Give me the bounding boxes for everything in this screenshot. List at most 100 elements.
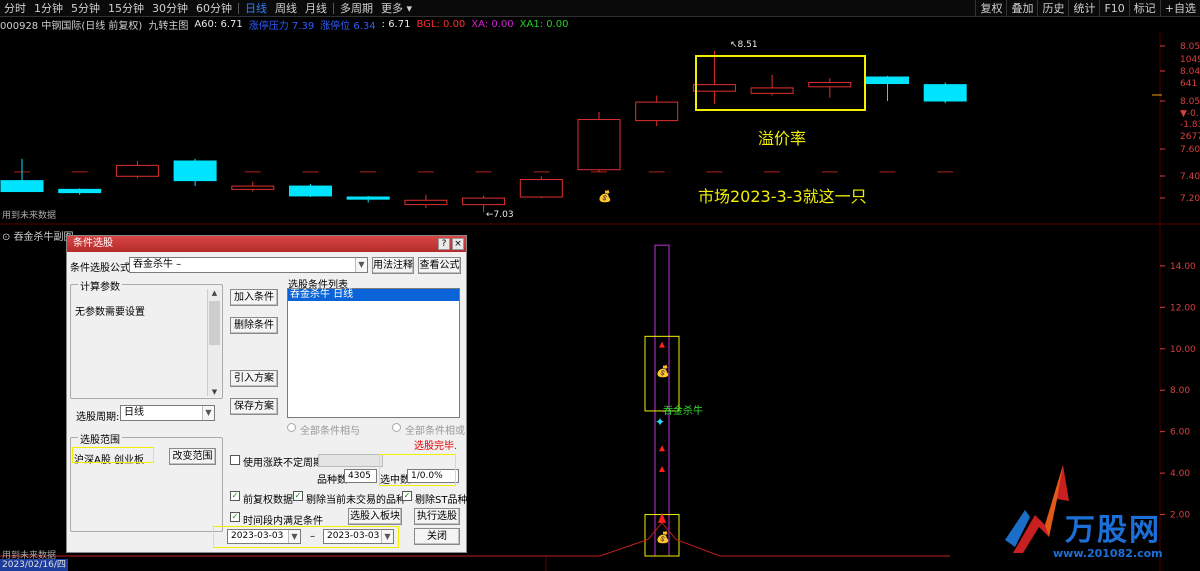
- val3-value: : 6.71: [381, 18, 411, 30]
- period-tab[interactable]: 30分钟: [148, 0, 192, 17]
- candle-body: [404, 199, 448, 206]
- count-value: 4305: [344, 469, 377, 483]
- toolbar-action[interactable]: F10: [1099, 0, 1128, 17]
- toolbar-action[interactable]: 标记: [1128, 0, 1160, 17]
- candle-body: [173, 160, 217, 182]
- sub-y-tick-label: 12.00: [1170, 303, 1196, 313]
- variable-period-checkbox[interactable]: [230, 455, 240, 465]
- candle-body: [115, 164, 159, 177]
- period-tab[interactable]: 15分钟: [104, 0, 148, 17]
- ma1-value: 涨停压力 7.39: [248, 20, 315, 32]
- toolbar-right-actions: 复权 叠加 历史 统计 F10 标记 +自选: [975, 0, 1200, 17]
- period-tab[interactable]: 60分钟: [192, 0, 236, 17]
- period-tab[interactable]: 5分钟: [67, 0, 104, 17]
- help-icon[interactable]: ?: [438, 238, 450, 250]
- prior-adjust-checkbox[interactable]: ✓: [230, 491, 240, 501]
- butterfly-icon: ✦: [655, 415, 666, 429]
- view-formula-button[interactable]: 查看公式: [418, 257, 461, 274]
- condition-list-item[interactable]: 吞金杀牛 日线: [288, 289, 459, 301]
- indicator-info-line: 000928 中钢国际(日线 前复权) 九转主图 A60: 6.71 涨停压力 …: [0, 17, 1160, 32]
- market-note-label: 市场2023-3-3就这一只: [698, 187, 867, 206]
- period-range-field: [318, 454, 383, 467]
- add-condition-button[interactable]: 加入条件: [230, 289, 278, 306]
- brand-name: 万股网: [1065, 513, 1161, 548]
- side-stat-label: 2677: [1180, 132, 1200, 142]
- condition-stock-selection-dialog: 条件选股 ? × 条件选股公式 吞金杀牛 – ▼ 用法注释 查看公式 计算参数 …: [66, 235, 467, 553]
- y-tick-label: 7.60: [1180, 145, 1200, 155]
- close-icon[interactable]: ×: [452, 238, 464, 250]
- up-arrow-icon: [659, 341, 665, 348]
- sub-y-tick-label: 10.00: [1170, 345, 1196, 355]
- money-bag-signal-icon-bottom: 💰: [656, 531, 670, 544]
- period-tab[interactable]: 多周期: [336, 0, 377, 17]
- toolbar-action[interactable]: 历史: [1037, 0, 1068, 17]
- delete-condition-button[interactable]: 删除条件: [230, 317, 278, 334]
- a60-value: A60: 6.71: [194, 18, 243, 30]
- time-range-checkbox[interactable]: ✓: [230, 512, 240, 522]
- candle-body: [346, 196, 390, 200]
- candle-body: [692, 84, 736, 92]
- toolbar-action[interactable]: +自选: [1159, 0, 1200, 17]
- y-axis: 8.05 8.04 8.05 7.60 7.40 7.20 1049 641 ▼-0.15-1.…: [1152, 42, 1200, 521]
- save-scheme-button[interactable]: 保存方案: [230, 398, 278, 415]
- signal-bar: [654, 244, 670, 557]
- period-tab[interactable]: 分时: [0, 0, 30, 17]
- formula-select[interactable]: 吞金杀牛 – ▼: [129, 257, 368, 273]
- add-to-block-button[interactable]: 选股入板块: [348, 508, 402, 525]
- candle-body: [577, 119, 621, 171]
- toolbar-action[interactable]: 统计: [1068, 0, 1099, 17]
- period-label: 选股周期:: [76, 412, 120, 423]
- chevron-down-icon[interactable]: ▼: [355, 258, 367, 272]
- y-tick-label: 8.04: [1180, 67, 1200, 77]
- bgl-value: BGL: 0.00: [416, 18, 466, 30]
- toolbar-divider: [333, 2, 334, 14]
- trading-app: { "toolbar": { "periods": ["分时","1分钟","5…: [0, 0, 1200, 571]
- dialog-titlebar[interactable]: 条件选股 ? ×: [67, 236, 466, 252]
- import-scheme-button[interactable]: 引入方案: [230, 370, 278, 387]
- side-stat-label: 641: [1180, 79, 1197, 89]
- sub-y-tick-label: 6.00: [1170, 428, 1190, 438]
- money-bag-signal-icon: 💰: [656, 365, 670, 378]
- period-tab[interactable]: 更多 ▾: [377, 0, 416, 17]
- candle-body: [58, 188, 102, 194]
- status-text: 选股完毕.: [414, 441, 458, 452]
- radio-or[interactable]: [392, 423, 401, 432]
- prior-adjust-label: 前复权数据: [243, 495, 293, 506]
- future-data-top-label: 用到未来数据: [2, 211, 57, 221]
- range-highlight-box: [72, 447, 154, 463]
- condition-list[interactable]: 吞金杀牛 日线: [287, 288, 460, 418]
- exclude-untraded-label: 剔除当前未交易的品种: [306, 495, 406, 506]
- exclude-untraded-checkbox[interactable]: ✓: [293, 491, 303, 501]
- toolbar-action[interactable]: 叠加: [1006, 0, 1037, 17]
- radio-or-label: 全部条件相或: [405, 426, 465, 437]
- brand-watermark: 万股网 www.201082.com: [1005, 455, 1195, 565]
- sub-chart-title[interactable]: ⊙ 吞金杀牛副图: [2, 228, 74, 243]
- radio-and-label: 全部条件相与: [300, 426, 360, 437]
- period-select[interactable]: 日线 ▼: [120, 405, 215, 421]
- period-tab[interactable]: 日线: [241, 0, 271, 17]
- close-button[interactable]: 关闭: [414, 528, 460, 545]
- toolbar-action[interactable]: 复权: [975, 0, 1006, 17]
- y-tick-label: 7.20: [1180, 194, 1200, 204]
- indicator-name[interactable]: 九转主图: [148, 17, 188, 32]
- radio-and[interactable]: [287, 423, 296, 432]
- usage-notes-button[interactable]: 用法注释: [372, 257, 414, 274]
- time-range-label: 时间段内满足条件: [243, 516, 323, 527]
- side-stat-label: 1049: [1180, 55, 1200, 65]
- period-tab[interactable]: 1分钟: [30, 0, 67, 17]
- candle-body: [866, 76, 909, 85]
- date-highlight-box: [213, 526, 399, 548]
- dialog-title: 条件选股: [73, 238, 113, 249]
- candle-body: [289, 185, 332, 197]
- candle-body: [750, 87, 794, 94]
- brand-url: www.201082.com: [1053, 547, 1163, 560]
- params-group: 计算参数 无参数需要设置 ▲ ▼: [70, 278, 223, 399]
- chevron-down-icon[interactable]: ▼: [202, 406, 214, 420]
- period-tab[interactable]: 周线: [271, 0, 301, 17]
- change-range-button[interactable]: 改变范围: [169, 448, 216, 465]
- exclude-st-checkbox[interactable]: ✓: [402, 491, 412, 501]
- execute-selection-button[interactable]: 执行选股: [414, 508, 460, 525]
- period-tab[interactable]: 月线: [301, 0, 331, 17]
- params-scrollbar[interactable]: ▲ ▼: [207, 289, 221, 396]
- count-label: 品种数: [317, 475, 347, 486]
